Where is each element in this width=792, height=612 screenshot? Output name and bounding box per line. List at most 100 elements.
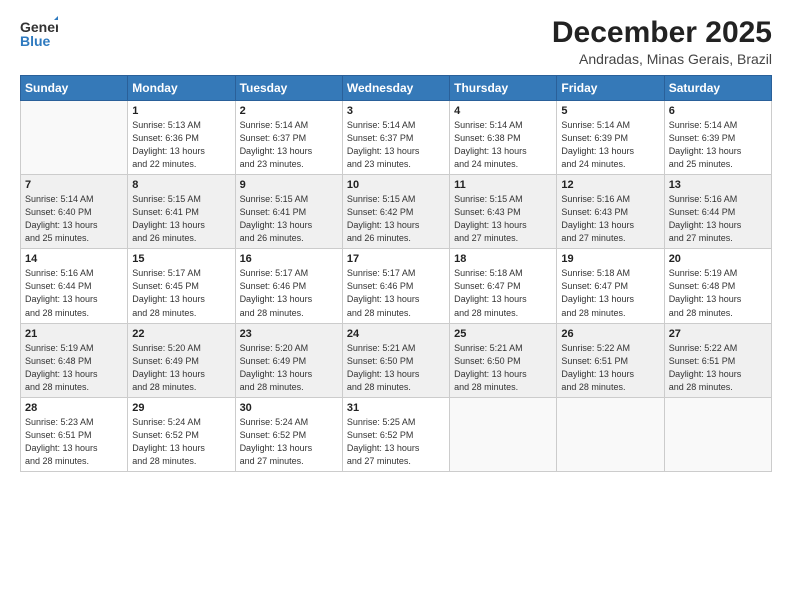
- calendar-week-row: 21 Sunrise: 5:19 AM Sunset: 6:48 PM Dayli…: [21, 323, 772, 397]
- col-sunday: Sunday: [21, 76, 128, 101]
- day-number: 21: [25, 328, 123, 340]
- calendar-week-row: 7Sunrise: 5:14 AM Sunset: 6:40 PM Daylig…: [21, 175, 772, 249]
- day-number: 19: [561, 253, 659, 265]
- day-info: Sunrise: 5:17 AM Sunset: 6:46 PM Dayligh…: [240, 267, 338, 319]
- table-cell: 19 Sunrise: 5:18 AM Sunset: 6:47 PM Dayli…: [557, 249, 664, 323]
- day-number: 27: [669, 328, 767, 340]
- table-cell: 11 Sunrise: 5:15 AM Sunset: 6:43 PM Dayli…: [450, 175, 557, 249]
- table-cell: 31Sunrise: 5:25 AM Sunset: 6:52 PM Dayli…: [342, 397, 449, 471]
- day-info: Sunrise: 5:24 AM Sunset: 6:52 PM Dayligh…: [240, 416, 338, 468]
- day-number: 30: [240, 402, 338, 414]
- table-cell: 4 Sunrise: 5:14 AM Sunset: 6:38 PM Daylig…: [450, 101, 557, 175]
- table-cell: [664, 397, 771, 471]
- col-friday: Friday: [557, 76, 664, 101]
- table-cell: 7Sunrise: 5:14 AM Sunset: 6:40 PM Daylig…: [21, 175, 128, 249]
- day-number: 5: [561, 105, 659, 117]
- day-number: 24: [347, 328, 445, 340]
- day-info: Sunrise: 5:19 AM Sunset: 6:48 PM Dayligh…: [25, 342, 123, 394]
- day-number: 18: [454, 253, 552, 265]
- table-cell: 23Sunrise: 5:20 AM Sunset: 6:49 PM Dayli…: [235, 323, 342, 397]
- calendar-week-row: 1 Sunrise: 5:13 AM Sunset: 6:36 PM Daylig…: [21, 101, 772, 175]
- table-cell: 21 Sunrise: 5:19 AM Sunset: 6:48 PM Dayli…: [21, 323, 128, 397]
- day-number: 4: [454, 105, 552, 117]
- day-info: Sunrise: 5:22 AM Sunset: 6:51 PM Dayligh…: [561, 342, 659, 394]
- day-info: Sunrise: 5:15 AM Sunset: 6:43 PM Dayligh…: [454, 193, 552, 245]
- table-cell: [450, 397, 557, 471]
- day-info: Sunrise: 5:19 AM Sunset: 6:48 PM Dayligh…: [669, 267, 767, 319]
- col-saturday: Saturday: [664, 76, 771, 101]
- day-info: Sunrise: 5:14 AM Sunset: 6:39 PM Dayligh…: [561, 119, 659, 171]
- day-number: 22: [132, 328, 230, 340]
- month-title: December 2025: [552, 16, 772, 49]
- day-number: 2: [240, 105, 338, 117]
- day-number: 15: [132, 253, 230, 265]
- day-number: 28: [25, 402, 123, 414]
- day-info: Sunrise: 5:14 AM Sunset: 6:38 PM Dayligh…: [454, 119, 552, 171]
- day-number: 7: [25, 179, 123, 191]
- table-cell: [21, 101, 128, 175]
- day-info: Sunrise: 5:15 AM Sunset: 6:41 PM Dayligh…: [132, 193, 230, 245]
- title-block: December 2025 Andradas, Minas Gerais, Br…: [552, 16, 772, 67]
- day-info: Sunrise: 5:13 AM Sunset: 6:36 PM Dayligh…: [132, 119, 230, 171]
- day-number: 20: [669, 253, 767, 265]
- table-cell: 9 Sunrise: 5:15 AM Sunset: 6:41 PM Daylig…: [235, 175, 342, 249]
- day-number: 26: [561, 328, 659, 340]
- table-cell: 28 Sunrise: 5:23 AM Sunset: 6:51 PM Dayli…: [21, 397, 128, 471]
- day-info: Sunrise: 5:16 AM Sunset: 6:43 PM Dayligh…: [561, 193, 659, 245]
- day-info: Sunrise: 5:14 AM Sunset: 6:39 PM Dayligh…: [669, 119, 767, 171]
- table-cell: 25 Sunrise: 5:21 AM Sunset: 6:50 PM Dayli…: [450, 323, 557, 397]
- table-cell: 1 Sunrise: 5:13 AM Sunset: 6:36 PM Daylig…: [128, 101, 235, 175]
- logo-icon: GeneralBlue: [20, 16, 58, 52]
- col-wednesday: Wednesday: [342, 76, 449, 101]
- table-cell: 5 Sunrise: 5:14 AM Sunset: 6:39 PM Daylig…: [557, 101, 664, 175]
- day-info: Sunrise: 5:17 AM Sunset: 6:46 PM Dayligh…: [347, 267, 445, 319]
- day-number: 10: [347, 179, 445, 191]
- day-number: 9: [240, 179, 338, 191]
- svg-text:Blue: Blue: [20, 33, 51, 49]
- day-info: Sunrise: 5:15 AM Sunset: 6:42 PM Dayligh…: [347, 193, 445, 245]
- table-cell: 27 Sunrise: 5:22 AM Sunset: 6:51 PM Dayli…: [664, 323, 771, 397]
- calendar-header-row: Sunday Monday Tuesday Wednesday Thursday…: [21, 76, 772, 101]
- day-number: 3: [347, 105, 445, 117]
- table-cell: 6 Sunrise: 5:14 AM Sunset: 6:39 PM Daylig…: [664, 101, 771, 175]
- day-info: Sunrise: 5:21 AM Sunset: 6:50 PM Dayligh…: [454, 342, 552, 394]
- header: GeneralBlue December 2025 Andradas, Mina…: [20, 16, 772, 67]
- table-cell: 29Sunrise: 5:24 AM Sunset: 6:52 PM Dayli…: [128, 397, 235, 471]
- day-info: Sunrise: 5:18 AM Sunset: 6:47 PM Dayligh…: [561, 267, 659, 319]
- table-cell: 2Sunrise: 5:14 AM Sunset: 6:37 PM Daylig…: [235, 101, 342, 175]
- day-number: 31: [347, 402, 445, 414]
- table-cell: 12Sunrise: 5:16 AM Sunset: 6:43 PM Dayli…: [557, 175, 664, 249]
- calendar-week-row: 28 Sunrise: 5:23 AM Sunset: 6:51 PM Dayli…: [21, 397, 772, 471]
- day-number: 13: [669, 179, 767, 191]
- day-info: Sunrise: 5:20 AM Sunset: 6:49 PM Dayligh…: [240, 342, 338, 394]
- table-cell: 17 Sunrise: 5:17 AM Sunset: 6:46 PM Dayli…: [342, 249, 449, 323]
- day-info: Sunrise: 5:15 AM Sunset: 6:41 PM Dayligh…: [240, 193, 338, 245]
- table-cell: 20 Sunrise: 5:19 AM Sunset: 6:48 PM Dayli…: [664, 249, 771, 323]
- page: GeneralBlue December 2025 Andradas, Mina…: [0, 0, 792, 612]
- day-number: 11: [454, 179, 552, 191]
- day-info: Sunrise: 5:21 AM Sunset: 6:50 PM Dayligh…: [347, 342, 445, 394]
- table-cell: 10 Sunrise: 5:15 AM Sunset: 6:42 PM Dayli…: [342, 175, 449, 249]
- day-number: 6: [669, 105, 767, 117]
- day-number: 17: [347, 253, 445, 265]
- table-cell: 8Sunrise: 5:15 AM Sunset: 6:41 PM Daylig…: [128, 175, 235, 249]
- table-cell: 30 Sunrise: 5:24 AM Sunset: 6:52 PM Dayli…: [235, 397, 342, 471]
- col-monday: Monday: [128, 76, 235, 101]
- table-cell: 16 Sunrise: 5:17 AM Sunset: 6:46 PM Dayli…: [235, 249, 342, 323]
- day-info: Sunrise: 5:20 AM Sunset: 6:49 PM Dayligh…: [132, 342, 230, 394]
- day-info: Sunrise: 5:23 AM Sunset: 6:51 PM Dayligh…: [25, 416, 123, 468]
- day-info: Sunrise: 5:22 AM Sunset: 6:51 PM Dayligh…: [669, 342, 767, 394]
- table-cell: 14 Sunrise: 5:16 AM Sunset: 6:44 PM Dayli…: [21, 249, 128, 323]
- table-cell: 26 Sunrise: 5:22 AM Sunset: 6:51 PM Dayli…: [557, 323, 664, 397]
- day-info: Sunrise: 5:24 AM Sunset: 6:52 PM Dayligh…: [132, 416, 230, 468]
- day-info: Sunrise: 5:18 AM Sunset: 6:47 PM Dayligh…: [454, 267, 552, 319]
- day-info: Sunrise: 5:16 AM Sunset: 6:44 PM Dayligh…: [25, 267, 123, 319]
- day-number: 14: [25, 253, 123, 265]
- table-cell: 22 Sunrise: 5:20 AM Sunset: 6:49 PM Dayli…: [128, 323, 235, 397]
- day-number: 25: [454, 328, 552, 340]
- day-number: 16: [240, 253, 338, 265]
- col-thursday: Thursday: [450, 76, 557, 101]
- day-number: 1: [132, 105, 230, 117]
- table-cell: 24 Sunrise: 5:21 AM Sunset: 6:50 PM Dayli…: [342, 323, 449, 397]
- col-tuesday: Tuesday: [235, 76, 342, 101]
